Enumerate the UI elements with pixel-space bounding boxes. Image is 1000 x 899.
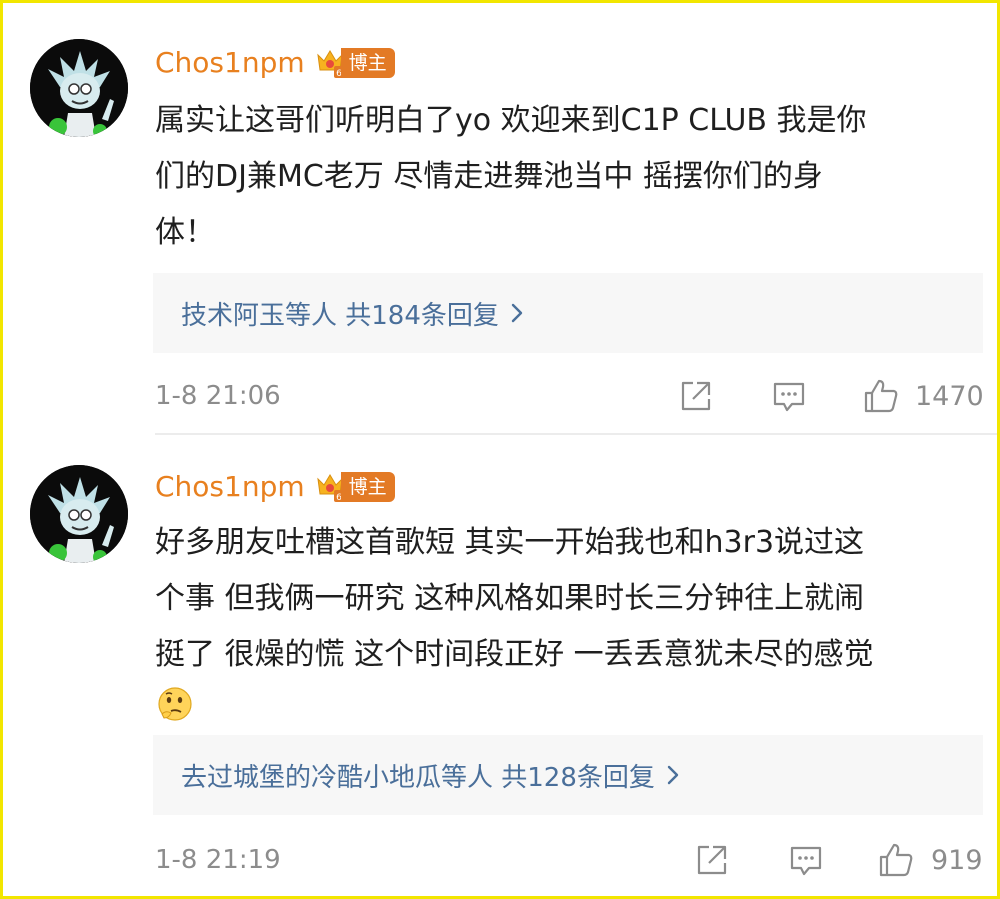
author-badge: 6 博主 xyxy=(315,470,395,504)
comment-meta: 1-8 21:19 919 xyxy=(155,839,985,883)
share-icon[interactable] xyxy=(693,841,731,879)
badge-label: 博主 xyxy=(340,472,395,502)
author-row: Chos1npm 6 博主 xyxy=(155,467,395,507)
replies-label: 去过城堡的冷酷小地瓜等人 共128条回复 xyxy=(181,762,655,793)
timestamp: 1-8 21:19 xyxy=(155,845,281,875)
username[interactable]: Chos1npm xyxy=(155,43,305,83)
comment-list: Chos1npm 6 博主 属实让这哥们听明白了yo 欢迎来到C1P CLUB … xyxy=(0,0,1000,899)
replies-link[interactable]: 技术阿玉等人 共184条回复 xyxy=(153,273,983,353)
comment-meta: 1-8 21:06 1470 xyxy=(155,375,985,419)
avatar[interactable] xyxy=(30,465,128,563)
timestamp: 1-8 21:06 xyxy=(155,381,281,411)
thinking-emoji-icon xyxy=(158,687,192,721)
like-count: 919 xyxy=(931,845,983,876)
author-row: Chos1npm 6 博主 xyxy=(155,43,395,83)
like-icon[interactable] xyxy=(862,377,900,415)
comment-icon[interactable] xyxy=(787,841,825,879)
comment-text: 属实让这哥们听明白了yo 欢迎来到C1P CLUB 我是你 们的DJ兼MC老万 … xyxy=(155,103,867,250)
share-icon[interactable] xyxy=(677,377,715,415)
chevron-right-icon xyxy=(511,303,523,323)
comment-item: Chos1npm 6 博主 属实让这哥们听明白了yo 欢迎来到C1P CLUB … xyxy=(3,3,997,435)
username[interactable]: Chos1npm xyxy=(155,467,305,507)
badge-label: 博主 xyxy=(340,48,395,78)
author-badge: 6 博主 xyxy=(315,46,395,80)
comment-item: Chos1npm 6 博主 好多朋友吐槽这首歌短 其实一开始我也和h3r3说过这… xyxy=(3,435,997,895)
avatar[interactable] xyxy=(30,39,128,137)
comment-icon[interactable] xyxy=(770,377,808,415)
replies-label: 技术阿玉等人 共184条回复 xyxy=(181,300,499,331)
replies-link[interactable]: 去过城堡的冷酷小地瓜等人 共128条回复 xyxy=(153,735,983,815)
comment-text: 好多朋友吐槽这首歌短 其实一开始我也和h3r3说过这 个事 但我俩一研究 这种风… xyxy=(155,525,874,672)
like-count: 1470 xyxy=(915,381,984,412)
chevron-right-icon xyxy=(667,765,679,785)
like-icon[interactable] xyxy=(877,841,915,879)
